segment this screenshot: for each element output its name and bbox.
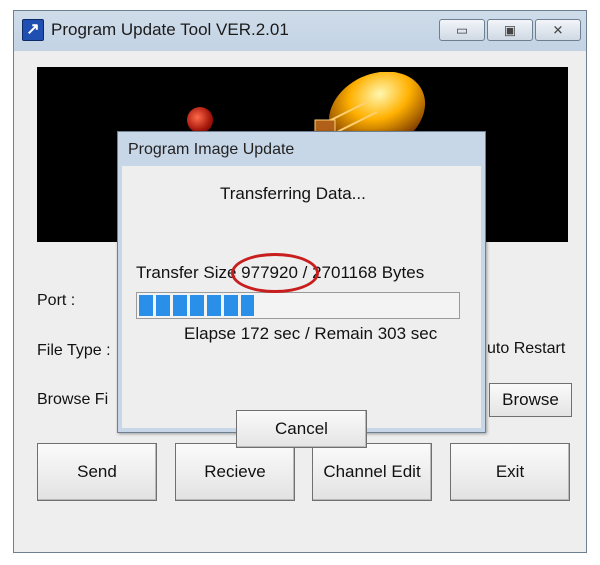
elapse-remain-text: Elapse 172 sec / Remain 303 sec <box>184 324 438 343</box>
close-icon: ✕ <box>552 22 564 38</box>
annotation-circle <box>231 253 319 293</box>
channel-edit-button[interactable]: Channel Edit <box>312 443 432 501</box>
maximize-button[interactable]: ▣ <box>487 19 533 41</box>
exit-button[interactable]: Exit <box>450 443 570 501</box>
red-planet-graphic <box>187 107 213 133</box>
title-bar[interactable]: ↗ Program Update Tool VER.2.01 ▭ ▣ ✕ <box>14 11 586 51</box>
browse-button[interactable]: Browse <box>489 383 572 417</box>
receive-button[interactable]: Recieve <box>175 443 295 501</box>
auto-restart-label[interactable]: uto Restart <box>487 340 565 358</box>
browse-file-label: Browse Fi <box>37 391 109 408</box>
maximize-icon: ▣ <box>503 22 517 38</box>
app-icon: ↗ <box>22 19 44 41</box>
transfer-status-text: Transferring Data... <box>220 184 366 203</box>
file-type-label: File Type : <box>37 342 111 359</box>
close-button[interactable]: ✕ <box>535 19 581 41</box>
minimize-icon: ▭ <box>455 22 469 38</box>
cancel-button[interactable]: Cancel <box>236 410 367 448</box>
dialog-title: Program Image Update <box>128 141 295 158</box>
dialog-client-area: Transferring Data... Transfer Size 97792… <box>122 166 481 448</box>
minimize-button[interactable]: ▭ <box>439 19 485 41</box>
window-title: Program Update Tool VER.2.01 <box>51 20 289 39</box>
port-label: Port : <box>37 292 76 309</box>
transfer-progress-bar <box>136 292 460 319</box>
send-button[interactable]: Send <box>37 443 157 501</box>
progress-fill <box>139 295 254 316</box>
